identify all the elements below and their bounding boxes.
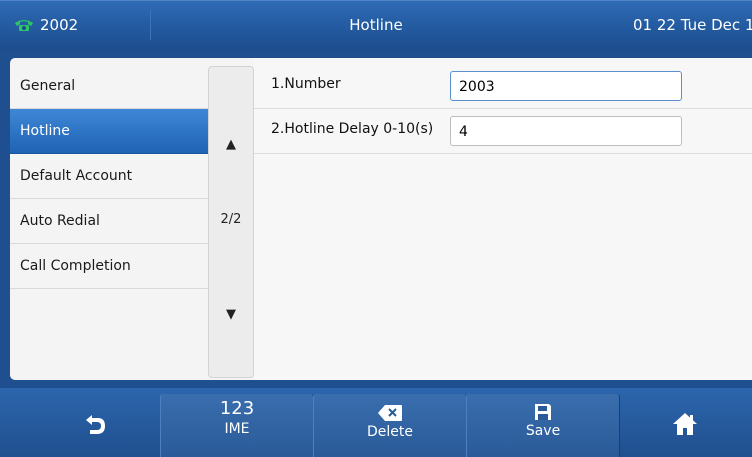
- delete-button[interactable]: Delete: [313, 394, 467, 457]
- menu-item-label: Auto Redial: [20, 213, 100, 229]
- back-arrow-icon: [86, 415, 105, 434]
- settings-menu: General Hotline Default Account Auto Red…: [10, 64, 208, 289]
- date-time: 01 22 Tue Dec 17: [633, 16, 752, 34]
- page-scroller: ▲ 2/2 ▼: [208, 66, 254, 378]
- hotline-delay-row: 2.Hotline Delay 0-10(s) 4: [254, 109, 752, 154]
- save-label: Save: [525, 423, 561, 439]
- softkey-bar: 123 IME Delete Save: [0, 388, 752, 457]
- back-button[interactable]: [40, 394, 150, 457]
- ime-label: IME: [224, 421, 250, 437]
- page-up-icon[interactable]: ▲: [209, 137, 253, 152]
- menu-item-label: Default Account: [20, 168, 133, 184]
- menu-item-default-account[interactable]: Default Account: [10, 154, 208, 199]
- page-down-icon[interactable]: ▼: [209, 307, 253, 322]
- menu-item-label: General: [20, 78, 76, 94]
- hotline-delay-field[interactable]: 4: [450, 116, 682, 146]
- menu-item-auto-redial[interactable]: Auto Redial: [10, 199, 208, 244]
- menu-item-label: Hotline: [20, 123, 70, 139]
- status-bar: 2002 Hotline 01 22 Tue Dec 17: [0, 0, 752, 50]
- floppy-disk-icon: [535, 404, 551, 420]
- menu-item-label: Call Completion: [20, 258, 131, 274]
- save-button[interactable]: Save: [466, 394, 620, 457]
- delete-label: Delete: [367, 424, 413, 440]
- home-icon: [673, 413, 697, 435]
- menu-item-general[interactable]: General: [10, 64, 208, 109]
- page-indicator: 2/2: [220, 212, 242, 227]
- hotline-delay-label: 2.Hotline Delay 0-10(s): [271, 121, 434, 137]
- number-label: 1.Number: [271, 76, 341, 92]
- top-highlight-line: [0, 0, 752, 1]
- menu-item-call-completion[interactable]: Call Completion: [10, 244, 208, 289]
- ime-button[interactable]: 123 IME: [160, 394, 314, 457]
- number-field[interactable]: 2003: [450, 71, 682, 101]
- backspace-icon: [378, 405, 402, 421]
- ime-mode: 123: [219, 398, 255, 419]
- hotline-form: 1.Number 2003 2.Hotline Delay 0-10(s) 4: [254, 58, 752, 380]
- menu-item-hotline[interactable]: Hotline: [10, 109, 208, 154]
- number-row: 1.Number 2003: [254, 64, 752, 109]
- settings-panel: General Hotline Default Account Auto Red…: [10, 58, 752, 380]
- home-button[interactable]: [630, 394, 740, 457]
